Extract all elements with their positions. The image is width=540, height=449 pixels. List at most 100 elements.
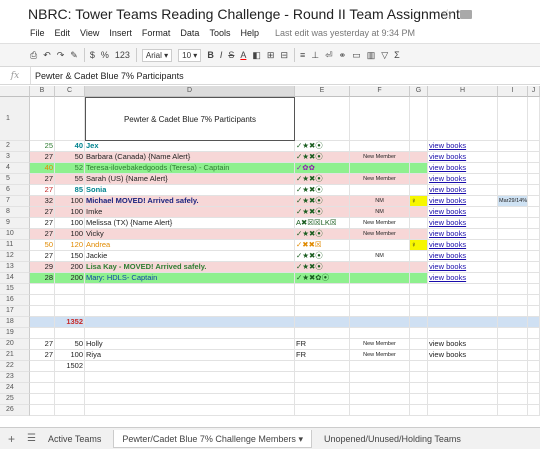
row-number[interactable]: 10 (0, 229, 30, 240)
menu-format[interactable]: Format (142, 28, 171, 38)
cell-i[interactable] (498, 339, 528, 350)
italic-button[interactable]: I (220, 50, 223, 60)
cell-i[interactable] (498, 141, 528, 152)
cell-i[interactable] (498, 383, 528, 394)
cell-b[interactable]: 27 (30, 152, 55, 163)
cell-j[interactable] (528, 295, 540, 306)
borders-icon[interactable]: ⊞ (267, 50, 275, 61)
cell-name[interactable]: Mary: HDLS- Captain (85, 273, 295, 284)
view-books-link[interactable]: view books (428, 174, 498, 185)
cell-c[interactable]: 1502 (55, 361, 85, 372)
cell-c[interactable] (55, 306, 85, 317)
cell-badges[interactable]: ✓★✖⦿ (295, 185, 350, 196)
cell-b[interactable]: 27 (30, 229, 55, 240)
cell-badges[interactable] (295, 405, 350, 416)
cell-badges[interactable]: A✖☒☒LK☒ (295, 218, 350, 229)
cell-b[interactable]: 27 (30, 350, 55, 361)
cell-c[interactable]: 52 (55, 163, 85, 174)
row-number[interactable]: 8 (0, 207, 30, 218)
cell-badges[interactable]: ✓✖✖☒ (295, 240, 350, 251)
cell-b[interactable] (30, 306, 55, 317)
cell-name[interactable]: Holly (85, 339, 295, 350)
function-icon[interactable]: Σ (394, 50, 400, 60)
cell-g[interactable] (410, 295, 428, 306)
view-books-link[interactable]: view books (428, 218, 498, 229)
column-header[interactable]: G (410, 86, 428, 97)
cell-name[interactable]: Sarah (US) {Name Alert} (85, 174, 295, 185)
column-header[interactable]: F (350, 86, 410, 97)
cell-c[interactable]: 200 (55, 262, 85, 273)
cell-member-status[interactable] (350, 394, 410, 405)
cell-b[interactable] (30, 372, 55, 383)
cell-i[interactable] (498, 405, 528, 416)
cell-name[interactable] (85, 328, 295, 339)
cell-member-status[interactable] (350, 185, 410, 196)
all-sheets-icon[interactable]: ☰ (27, 433, 36, 444)
cell-member-status[interactable] (350, 317, 410, 328)
cell-j[interactable] (528, 339, 540, 350)
cell-i[interactable] (498, 152, 528, 163)
cell-c[interactable] (55, 383, 85, 394)
view-books-link[interactable] (428, 328, 498, 339)
cell-c[interactable]: 40 (55, 141, 85, 152)
cell-badges[interactable]: ✓★✖✿⦿ (295, 273, 350, 284)
view-books-link[interactable]: view books (428, 163, 498, 174)
cell-badges[interactable]: ✓✿✿ (295, 163, 350, 174)
row-number[interactable]: 15 (0, 284, 30, 295)
cell-i[interactable] (498, 295, 528, 306)
cell-member-status[interactable] (350, 97, 410, 141)
cell-j[interactable] (528, 273, 540, 284)
cell-c[interactable] (55, 372, 85, 383)
cell-badges[interactable] (295, 383, 350, 394)
cell-c[interactable]: 100 (55, 207, 85, 218)
cell-g[interactable] (410, 174, 428, 185)
cell-g[interactable] (410, 361, 428, 372)
cell-i[interactable] (498, 251, 528, 262)
cell-name[interactable]: Vicky (85, 229, 295, 240)
cell-member-status[interactable]: New Member (350, 229, 410, 240)
cell-i[interactable] (498, 361, 528, 372)
cell-badges[interactable]: ✓★✖⦿ (295, 229, 350, 240)
cell-name[interactable] (85, 361, 295, 372)
cell-b[interactable]: 27 (30, 339, 55, 350)
cell-c[interactable]: 120 (55, 240, 85, 251)
cell-i[interactable] (498, 328, 528, 339)
cell-name[interactable]: Lisa Kay - MOVED! Arrived safely. (85, 262, 295, 273)
view-books-link[interactable] (428, 394, 498, 405)
cell-member-status[interactable]: New Member (350, 339, 410, 350)
cell-badges[interactable] (295, 284, 350, 295)
print-icon[interactable]: ⎙ (30, 50, 37, 61)
row-number[interactable]: 1 (0, 97, 30, 141)
cell-b[interactable] (30, 295, 55, 306)
cell-badges[interactable]: ✓★✖⦿ (295, 251, 350, 262)
filter-icon[interactable]: ▽ (381, 50, 388, 61)
cell-c[interactable]: 85 (55, 185, 85, 196)
currency-format-button[interactable]: $ (90, 50, 95, 60)
cell-j[interactable] (528, 240, 540, 251)
cell-g[interactable] (410, 284, 428, 295)
row-number[interactable]: 25 (0, 394, 30, 405)
view-books-link[interactable]: view books (428, 339, 498, 350)
cell-member-status[interactable]: NM (350, 196, 410, 207)
row-number[interactable]: 18 (0, 317, 30, 328)
sheet-tab-unopened-holding[interactable]: Unopened/Unused/Holding Teams (316, 430, 469, 448)
cell-b[interactable]: 25 (30, 141, 55, 152)
cell-j[interactable] (528, 262, 540, 273)
cell-c[interactable]: 55 (55, 174, 85, 185)
cell-b[interactable]: 32 (30, 196, 55, 207)
cell-g[interactable] (410, 273, 428, 284)
view-books-link[interactable]: view books (428, 207, 498, 218)
cell-member-status[interactable] (350, 295, 410, 306)
document-title[interactable]: NBRC: Tower Teams Reading Challenge - Ro… (28, 6, 467, 22)
cell-g[interactable] (410, 339, 428, 350)
paint-format-icon[interactable]: ✎ (70, 50, 78, 61)
cell-member-status[interactable] (350, 141, 410, 152)
cell-c[interactable] (55, 405, 85, 416)
cell-j[interactable] (528, 383, 540, 394)
cell-j[interactable] (528, 207, 540, 218)
row-number[interactable]: 9 (0, 218, 30, 229)
view-books-link[interactable]: view books (428, 273, 498, 284)
column-header[interactable]: J (528, 86, 540, 97)
view-books-link[interactable] (428, 361, 498, 372)
cell-name[interactable] (85, 405, 295, 416)
